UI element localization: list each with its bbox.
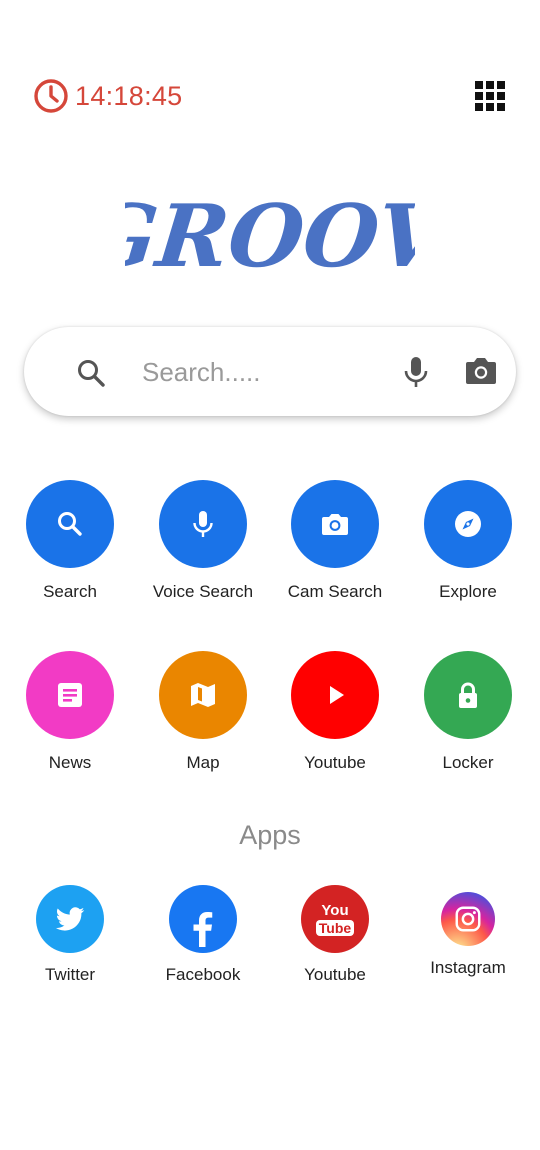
app-youtube-circle[interactable]: You Tube xyxy=(301,885,369,953)
shortcut-search-circle[interactable] xyxy=(26,480,114,568)
shortcut-label: Search xyxy=(43,582,97,601)
shortcut-youtube-circle[interactable] xyxy=(291,651,379,739)
search-icon[interactable] xyxy=(76,358,106,388)
instagram-icon xyxy=(455,906,481,932)
shortcut-map[interactable]: Map xyxy=(136,651,270,773)
app-label: Twitter xyxy=(44,965,96,984)
map-icon xyxy=(191,683,215,707)
app-facebook-circle[interactable] xyxy=(169,885,237,953)
apps-grid-button[interactable] xyxy=(474,80,506,112)
groov-logo: GROOV xyxy=(125,186,415,287)
shortcut-explore-circle[interactable] xyxy=(424,480,512,568)
shortcut-label: Explore xyxy=(439,582,497,601)
lock-icon xyxy=(459,682,477,708)
shortcut-cam-search-circle[interactable] xyxy=(291,480,379,568)
search-input[interactable] xyxy=(142,349,382,395)
shortcut-locker[interactable]: Locker xyxy=(401,651,535,773)
app-facebook[interactable]: Facebook xyxy=(136,885,270,985)
app-twitter-circle[interactable] xyxy=(36,885,104,953)
app-label: Facebook xyxy=(165,965,241,984)
shortcut-label: Locker xyxy=(442,753,494,772)
app-instagram[interactable]: Instagram xyxy=(401,885,535,978)
shortcut-news[interactable]: News xyxy=(3,651,137,773)
shortcut-news-circle[interactable] xyxy=(26,651,114,739)
logo-text: GROOV xyxy=(125,186,415,287)
logo: GROOV xyxy=(0,178,540,293)
twitter-icon xyxy=(55,907,85,931)
app-youtube[interactable]: You Tube Youtube xyxy=(268,885,402,985)
shortcut-label: Map xyxy=(186,753,220,772)
shortcut-label: Cam Search xyxy=(287,582,383,601)
shortcut-row-1: Search Voice Search Cam Search Explore xyxy=(0,480,540,610)
search-bar xyxy=(24,327,516,416)
shortcut-row-2: News Map Youtube Locker xyxy=(0,651,540,781)
youtube-badge-bottom: Tube xyxy=(315,919,355,936)
camera-icon[interactable] xyxy=(464,355,498,387)
shortcut-locker-circle[interactable] xyxy=(424,651,512,739)
clock-time: 14:18:45 xyxy=(75,80,183,111)
clock-icon xyxy=(34,79,68,113)
camera-icon xyxy=(322,514,348,535)
app-label: Youtube xyxy=(304,965,366,984)
grid-icon xyxy=(475,81,505,111)
apps-section-title: Apps xyxy=(239,820,301,850)
shortcut-label: Youtube xyxy=(304,753,366,772)
apps-row: Twitter Facebook You Tube Youtube Instag… xyxy=(0,885,540,1015)
shortcut-cam-search[interactable]: Cam Search xyxy=(268,480,402,602)
shortcut-voice-search-circle[interactable] xyxy=(159,480,247,568)
news-icon xyxy=(58,683,82,707)
app-label: Instagram xyxy=(430,958,506,977)
shortcut-youtube[interactable]: Youtube xyxy=(268,651,402,773)
shortcut-label: News xyxy=(48,753,92,772)
shortcut-map-circle[interactable] xyxy=(159,651,247,739)
app-instagram-circle[interactable] xyxy=(441,892,495,946)
mic-icon xyxy=(193,511,213,537)
facebook-icon xyxy=(193,912,213,947)
mic-icon[interactable] xyxy=(401,355,431,389)
shortcut-label: Voice Search xyxy=(152,582,254,601)
youtube-badge-top: You xyxy=(321,901,349,919)
clock: 14:18:45 xyxy=(33,78,183,114)
app-twitter[interactable]: Twitter xyxy=(3,885,137,985)
shortcut-explore[interactable]: Explore xyxy=(401,480,535,602)
search-icon xyxy=(58,512,82,536)
shortcut-search[interactable]: Search xyxy=(3,480,137,602)
compass-icon xyxy=(455,511,481,537)
play-icon xyxy=(330,686,344,704)
shortcut-voice-search[interactable]: Voice Search xyxy=(136,480,270,602)
